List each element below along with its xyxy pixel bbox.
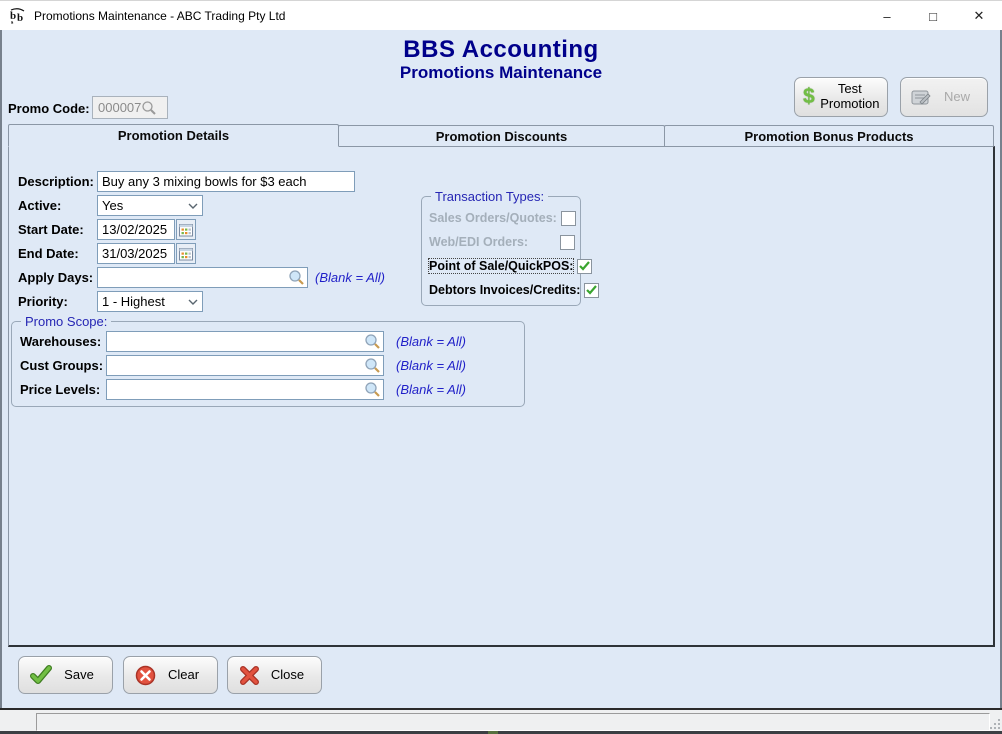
- price-levels-label: Price Levels:: [20, 382, 101, 397]
- promo-scope-legend: Promo Scope:: [21, 314, 112, 329]
- description-input[interactable]: [98, 174, 354, 189]
- debtors-label: Debtors Invoices/Credits:: [429, 283, 581, 297]
- debtors-checkbox[interactable]: [584, 282, 600, 298]
- transaction-types-group: Transaction Types: Sales Orders/Quotes: …: [421, 189, 600, 306]
- svg-text:b: b: [17, 12, 23, 24]
- warehouses-input[interactable]: [107, 334, 364, 349]
- tab-promotion-bonus-products[interactable]: Promotion Bonus Products: [664, 125, 994, 147]
- active-dropdown[interactable]: Yes: [97, 195, 203, 216]
- warehouses-label: Warehouses:: [20, 334, 102, 349]
- status-bar: [0, 708, 1002, 731]
- dollar-icon: $: [803, 85, 815, 108]
- cust-groups-hint: (Blank = All): [396, 358, 466, 373]
- close-label: Close: [270, 666, 305, 682]
- transaction-types-legend: Transaction Types:: [431, 189, 549, 204]
- tab-promotion-discounts[interactable]: Promotion Discounts: [338, 125, 665, 147]
- window-border-left: [0, 30, 2, 731]
- start-date-calendar-icon[interactable]: [176, 219, 196, 240]
- priority-value: 1 - Highest: [102, 294, 165, 309]
- chevron-down-icon: [184, 299, 202, 305]
- end-date-input[interactable]: [98, 246, 174, 261]
- pos-label: Point of Sale/QuickPOS:: [427, 258, 575, 274]
- window-title: Promotions Maintenance - ABC Trading Pty…: [34, 8, 286, 23]
- new-label: New: [943, 88, 970, 104]
- test-promotion-button[interactable]: $ Test Promotion: [794, 77, 888, 117]
- check-icon: [586, 285, 598, 295]
- new-button[interactable]: New: [900, 77, 988, 117]
- tab-promotion-details[interactable]: Promotion Details: [8, 124, 339, 147]
- save-label: Save: [64, 666, 94, 682]
- save-check-icon: [30, 665, 52, 684]
- description-label: Description:: [18, 174, 94, 189]
- cust-groups-label: Cust Groups:: [20, 358, 104, 373]
- clear-label: Clear: [167, 666, 200, 682]
- price-levels-hint: (Blank = All): [396, 382, 466, 397]
- sales-orders-label: Sales Orders/Quotes:: [429, 211, 557, 225]
- pos-checkbox[interactable]: [577, 258, 593, 274]
- promo-scope-group: Promo Scope: Warehouses: (Blank = All) C…: [11, 314, 525, 407]
- status-message-area: [36, 713, 990, 731]
- start-date-label: Start Date:: [18, 222, 84, 237]
- promo-search-icon[interactable]: [141, 100, 157, 116]
- resize-grip[interactable]: [988, 717, 1000, 729]
- cust-groups-field[interactable]: [106, 355, 384, 376]
- close-icon[interactable]: ✕: [956, 1, 1002, 31]
- description-field[interactable]: [97, 171, 355, 192]
- end-date-label: End Date:: [18, 246, 79, 261]
- promotions-maintenance-window: b b s Promotions Maintenance - ABC Tradi…: [0, 0, 1002, 734]
- apply-days-field[interactable]: [97, 267, 308, 288]
- price-levels-input[interactable]: [107, 382, 364, 397]
- save-button[interactable]: Save: [18, 656, 113, 694]
- app-title: BBS Accounting: [403, 36, 599, 63]
- web-edi-checkbox[interactable]: [560, 234, 575, 250]
- sales-orders-checkbox[interactable]: [560, 210, 576, 226]
- web-edi-label: Web/EDI Orders:: [429, 235, 529, 249]
- active-value: Yes: [102, 198, 124, 213]
- promo-code-field[interactable]: [92, 96, 168, 119]
- apply-days-search-icon[interactable]: [288, 269, 305, 286]
- price-levels-search-icon[interactable]: [364, 381, 381, 398]
- end-date-calendar-icon[interactable]: [176, 243, 196, 264]
- cust-groups-search-icon[interactable]: [364, 357, 381, 374]
- cust-groups-input[interactable]: [107, 358, 364, 373]
- apply-days-label: Apply Days:: [18, 270, 94, 285]
- new-note-icon: [911, 90, 931, 105]
- maximize-icon[interactable]: □: [910, 1, 956, 31]
- start-date-input[interactable]: [98, 222, 174, 237]
- clear-circle-x-icon: [135, 665, 156, 685]
- title-bar: b b s Promotions Maintenance - ABC Tradi…: [0, 0, 1002, 30]
- promo-code-label: Promo Code:: [8, 101, 90, 116]
- price-levels-field[interactable]: [106, 379, 384, 400]
- minimize-icon[interactable]: –: [864, 1, 910, 31]
- test-promotion-label: Test Promotion: [820, 81, 880, 111]
- close-button[interactable]: Close: [227, 656, 322, 694]
- warehouses-hint: (Blank = All): [396, 334, 466, 349]
- tab-bar: Promotion Details Promotion Discounts Pr…: [8, 124, 995, 147]
- warehouses-field[interactable]: [106, 331, 384, 352]
- priority-label: Priority:: [18, 294, 68, 309]
- close-x-icon: [240, 665, 259, 685]
- apply-days-input[interactable]: [98, 270, 288, 285]
- end-date-field[interactable]: [97, 243, 175, 264]
- clear-button[interactable]: Clear: [123, 656, 218, 694]
- apply-days-hint: (Blank = All): [315, 270, 385, 285]
- bbs-app-icon: b b s: [10, 7, 25, 25]
- start-date-field[interactable]: [97, 219, 175, 240]
- active-label: Active:: [18, 198, 62, 213]
- warehouses-search-icon[interactable]: [364, 333, 381, 350]
- check-icon: [579, 261, 591, 271]
- chevron-down-icon: [184, 203, 202, 209]
- priority-dropdown[interactable]: 1 - Highest: [97, 291, 203, 312]
- promotion-details-panel: Description: Active: Yes Start Date: End…: [8, 146, 995, 647]
- promo-code-input[interactable]: [93, 100, 141, 115]
